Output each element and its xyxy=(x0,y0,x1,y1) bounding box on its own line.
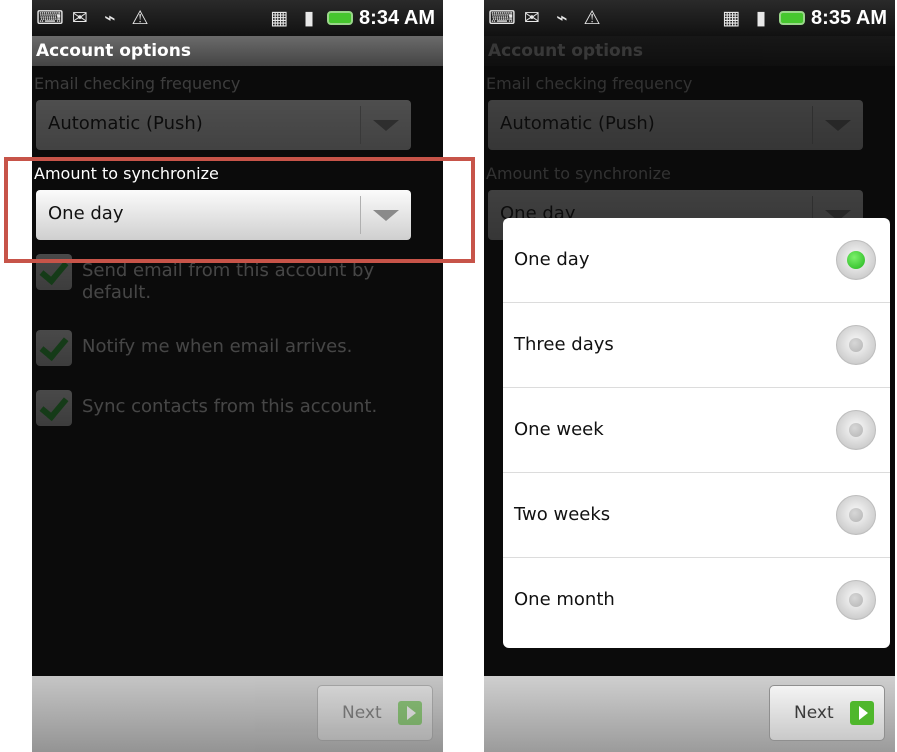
dropdown-arrow-icon xyxy=(373,120,399,131)
option-label: Three days xyxy=(514,334,614,355)
option-one-month[interactable]: One month xyxy=(503,558,890,643)
sync-contacts-checkbox[interactable] xyxy=(36,390,72,426)
radio-button-selected[interactable] xyxy=(836,240,876,280)
option-label: One month xyxy=(514,589,615,610)
battery-icon xyxy=(779,11,806,25)
usb-icon: ⌁ xyxy=(556,6,568,29)
phone-screen-left: ⌨ ✉ ⌁ ⚠ ▦ ▮ 8:34 AM Account options Emai… xyxy=(32,0,443,752)
dropdown-separator xyxy=(812,106,813,144)
sync-amount-value: One day xyxy=(48,203,124,224)
dropdown-separator xyxy=(360,196,361,234)
option-two-weeks[interactable]: Two weeks xyxy=(503,473,890,558)
dropdown-arrow-icon xyxy=(373,210,399,221)
settings-content: Email checking frequency Automatic (Push… xyxy=(32,66,443,752)
option-one-day[interactable]: One day xyxy=(503,218,890,303)
checkmark-icon xyxy=(39,254,69,286)
network-icon: ▦ xyxy=(270,6,289,29)
radio-button[interactable] xyxy=(836,495,876,535)
option-label: One week xyxy=(514,419,604,440)
phone-screen-right: ⌨ ✉ ⌁ ⚠ ▦ ▮ 8:35 AM Account options Emai… xyxy=(484,0,895,752)
warning-icon: ⚠ xyxy=(583,6,601,29)
notify-checkbox-row[interactable]: Notify me when email arrives. xyxy=(36,330,443,366)
radio-dot-icon xyxy=(849,593,863,607)
dropdown-separator xyxy=(360,106,361,144)
status-time: 8:35 AM xyxy=(811,6,887,29)
radio-button[interactable] xyxy=(836,325,876,365)
message-icon: ✉ xyxy=(72,6,88,29)
checkmark-icon xyxy=(39,390,69,422)
radio-dot-icon xyxy=(849,423,863,437)
sync-amount-dialog: One day Three days One week Two weeks On… xyxy=(503,218,890,648)
keyboard-icon: ⌨ xyxy=(36,6,64,29)
email-frequency-dropdown[interactable]: Automatic (Push) xyxy=(488,100,863,150)
status-bar: ⌨ ✉ ⌁ ⚠ ▦ ▮ 8:34 AM xyxy=(32,0,443,36)
send-default-label: Send email from this account by default. xyxy=(82,260,375,303)
option-one-week[interactable]: One week xyxy=(503,388,890,473)
sync-contacts-label: Sync contacts from this account. xyxy=(82,396,378,417)
sync-amount-label: Amount to synchronize xyxy=(34,164,219,183)
bottom-bar: Next xyxy=(484,676,895,752)
email-frequency-value: Automatic (Push) xyxy=(48,113,203,134)
radio-button[interactable] xyxy=(836,410,876,450)
radio-button[interactable] xyxy=(836,580,876,620)
email-frequency-dropdown[interactable]: Automatic (Push) xyxy=(36,100,411,150)
option-three-days[interactable]: Three days xyxy=(503,303,890,388)
usb-icon: ⌁ xyxy=(104,6,116,29)
email-frequency-label: Email checking frequency xyxy=(34,74,241,93)
sync-contacts-checkbox-row[interactable]: Sync contacts from this account. xyxy=(36,390,443,426)
message-icon: ✉ xyxy=(524,6,540,29)
radio-dot-icon xyxy=(849,508,863,522)
dropdown-arrow-icon xyxy=(825,120,851,131)
page-title: Account options xyxy=(32,36,443,66)
battery-icon xyxy=(327,11,354,25)
bottom-bar: Next xyxy=(32,676,443,752)
keyboard-icon: ⌨ xyxy=(488,6,516,29)
status-time: 8:34 AM xyxy=(359,6,435,29)
next-button[interactable]: Next xyxy=(317,685,433,741)
email-frequency-value: Automatic (Push) xyxy=(500,113,655,134)
network-icon: ▦ xyxy=(722,6,741,29)
status-bar: ⌨ ✉ ⌁ ⚠ ▦ ▮ 8:35 AM xyxy=(484,0,895,36)
signal-icon: ▮ xyxy=(303,6,315,29)
arrow-right-icon xyxy=(850,701,874,725)
notify-checkbox[interactable] xyxy=(36,330,72,366)
option-label: Two weeks xyxy=(514,504,611,525)
checkmark-icon xyxy=(39,330,69,362)
sync-amount-dropdown[interactable]: One day xyxy=(36,190,411,240)
email-frequency-label: Email checking frequency xyxy=(486,74,693,93)
send-default-checkbox-row[interactable]: Send email from this account by default. xyxy=(36,254,443,304)
radio-dot-icon xyxy=(847,251,865,269)
sync-amount-label: Amount to synchronize xyxy=(486,164,671,183)
notify-label: Notify me when email arrives. xyxy=(82,336,353,357)
radio-dot-icon xyxy=(849,338,863,352)
next-button-label: Next xyxy=(342,703,382,723)
warning-icon: ⚠ xyxy=(131,6,149,29)
next-button-label: Next xyxy=(794,703,834,723)
page-title: Account options xyxy=(484,36,895,66)
option-label: One day xyxy=(514,249,590,270)
next-button[interactable]: Next xyxy=(769,685,885,741)
send-default-checkbox[interactable] xyxy=(36,254,72,290)
arrow-right-icon xyxy=(398,701,422,725)
signal-icon: ▮ xyxy=(755,6,767,29)
